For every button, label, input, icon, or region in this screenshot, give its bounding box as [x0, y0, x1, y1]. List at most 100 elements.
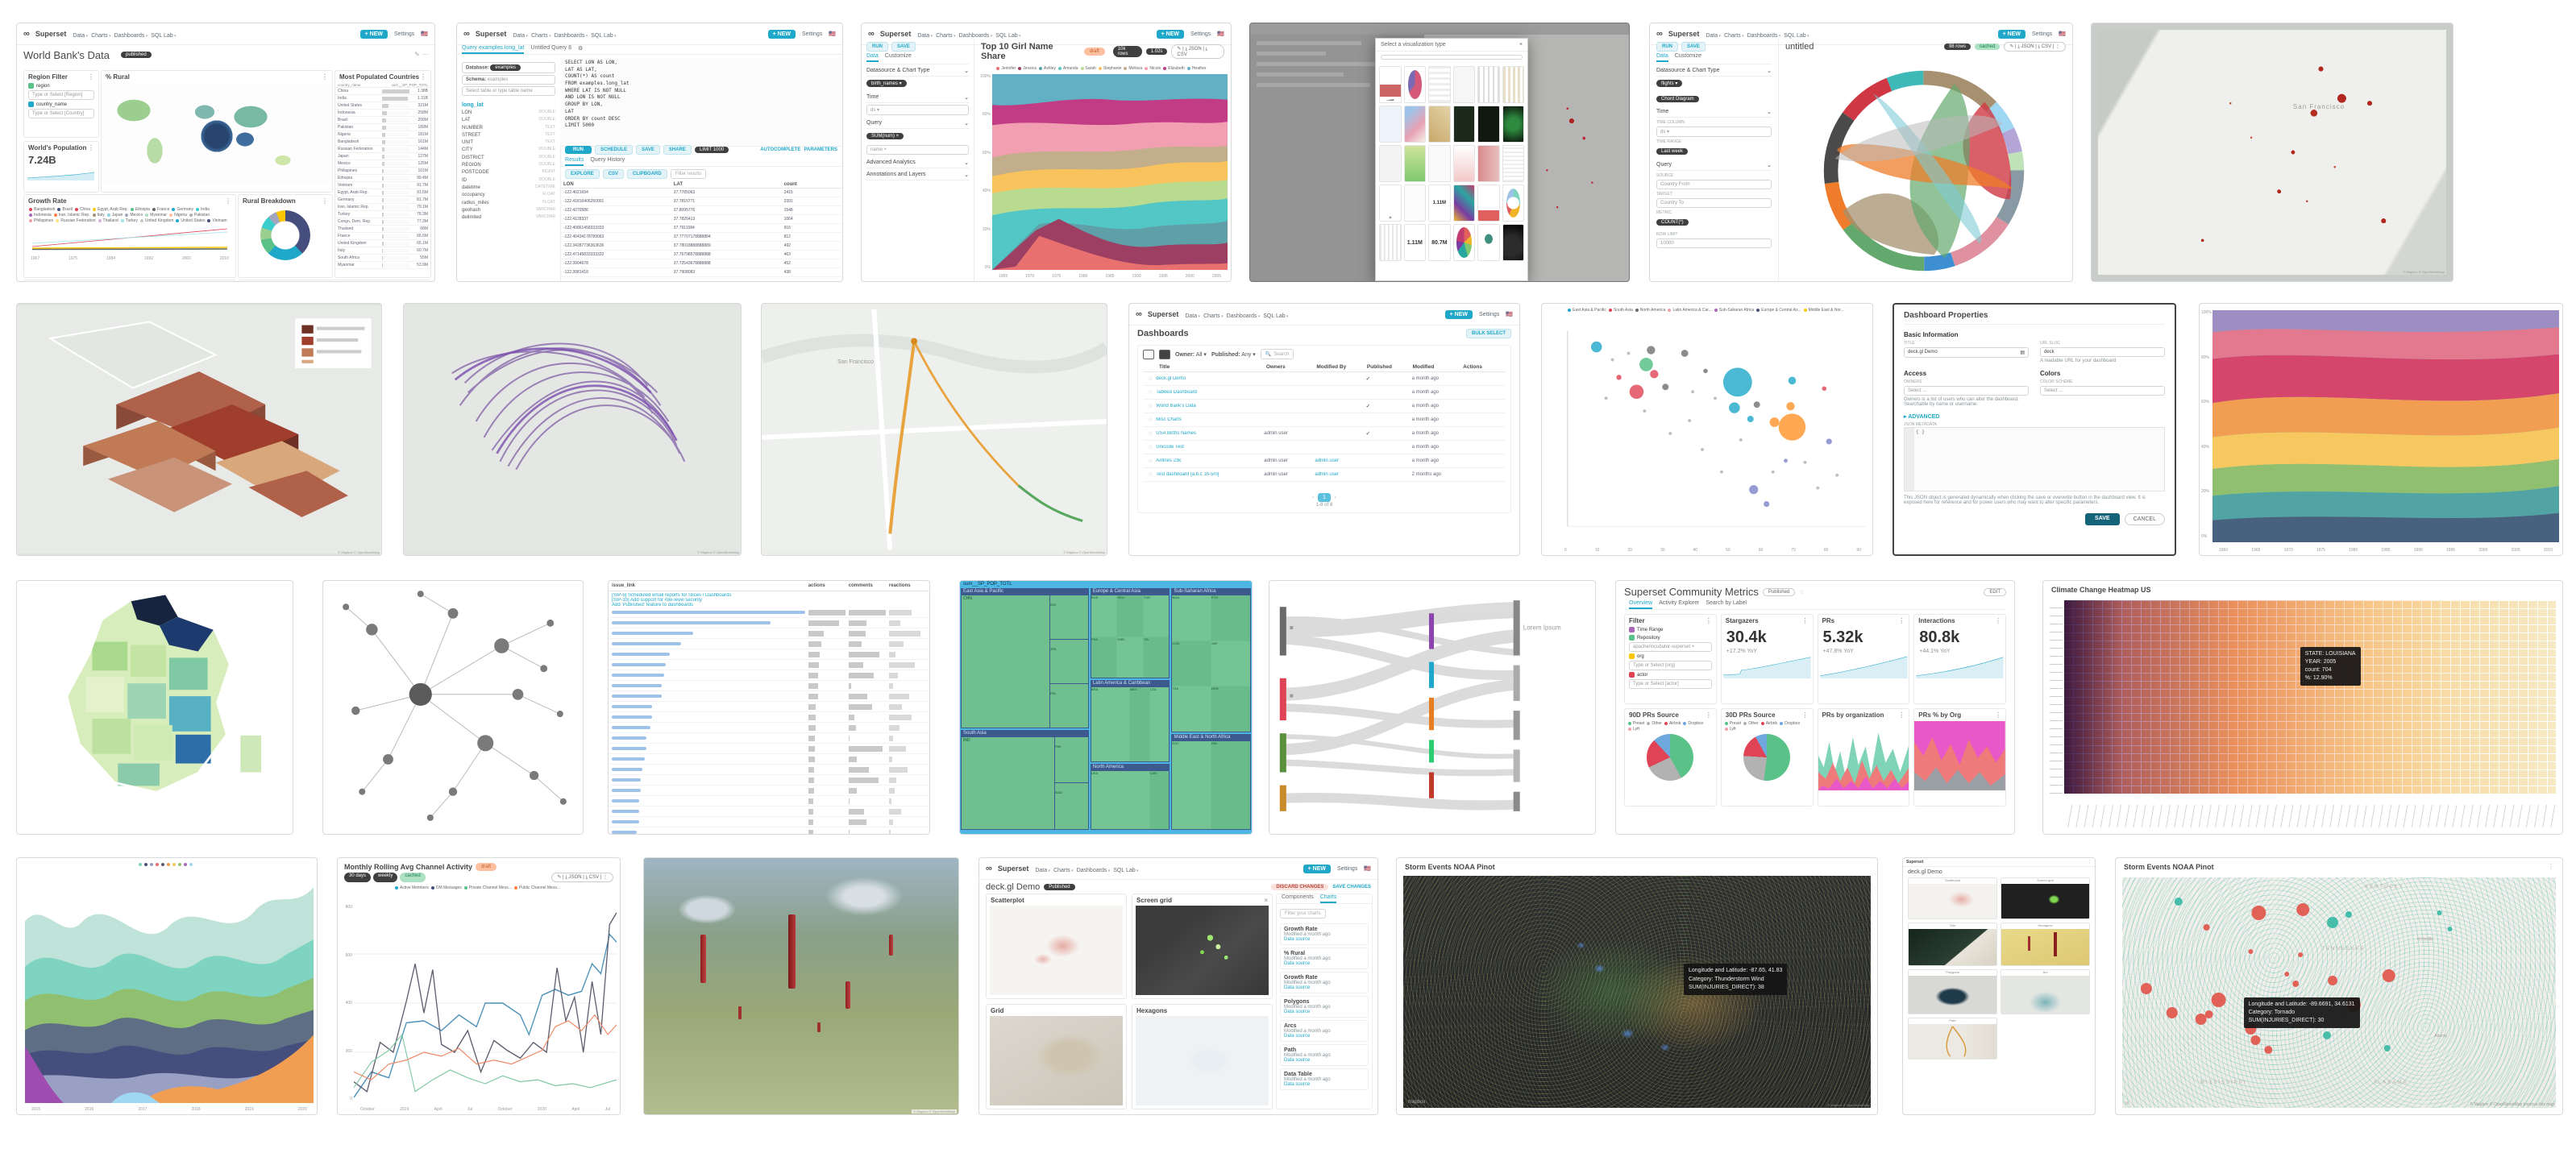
- metric-pill[interactable]: COUNT(*): [1656, 219, 1689, 226]
- target-select[interactable]: Country To: [1656, 198, 1772, 208]
- org-select[interactable]: Type or Select [org]: [1629, 661, 1712, 670]
- favorite-star-icon[interactable]: ☆: [1148, 403, 1153, 409]
- nav-item[interactable]: SQL Lab: [151, 33, 176, 39]
- dashboard-row[interactable]: ☆ Tabbed Dashboard a month ago: [1143, 386, 1506, 400]
- treemap-cell[interactable]: CHN IDN JPN PHL: [962, 595, 1088, 728]
- run-button[interactable]: RUN: [565, 146, 592, 154]
- sql-editor[interactable]: SELECT LON AS LON, LAT AS LAT, COUNT(*) …: [560, 57, 842, 147]
- nav-item[interactable]: Dashboards: [555, 33, 588, 39]
- thumb-deckgl-legacy[interactable]: Superset ⋮ deck.gl Demo Scatterplot Scre…: [1902, 857, 2096, 1115]
- datasource-pill[interactable]: birth_names ▾: [866, 80, 907, 87]
- deckgl-arc-chart[interactable]: [404, 304, 741, 555]
- chart-legend[interactable]: Active MembersDM MessagesPrivate Channel…: [338, 884, 620, 893]
- thumb-sf-scatter-map[interactable]: San Francisco © Mapbox © OpenStreetMap: [2091, 23, 2453, 282]
- thumb-viz-picker[interactable]: Select a visualization type× ▁▂▃: [1249, 23, 1630, 282]
- new-button[interactable]: + NEW: [360, 30, 388, 39]
- line-chart[interactable]: [354, 905, 617, 1101]
- thumb-girl-name-share[interactable]: ∞ Superset DataChartsDashboardsSQL Lab +…: [861, 23, 1232, 282]
- favorite-star-icon[interactable]: ☆: [1148, 417, 1153, 423]
- dashboard-row[interactable]: ☆ deck.gl Demo ✓ a month ago: [1143, 372, 1506, 386]
- filter-results-input[interactable]: Filter results: [671, 169, 707, 179]
- thumb-chord-explore[interactable]: ∞ Superset DataChartsDashboardsSQL Lab +…: [1649, 23, 2073, 282]
- tab-query-2[interactable]: Untitled Query 8: [530, 45, 571, 54]
- language-flag-icon[interactable]: 🇺🇸: [1364, 865, 1371, 872]
- autocomplete-toggle[interactable]: AUTOCOMPLETE: [760, 147, 800, 152]
- tab-overview[interactable]: Overview: [1629, 600, 1652, 609]
- language-flag-icon[interactable]: 🇺🇸: [1506, 311, 1513, 317]
- share-button[interactable]: SHARE: [663, 145, 692, 155]
- thumb-stacked-area-large[interactable]: 100%80%60%40%20%0% 196019651970197519801…: [2199, 303, 2563, 556]
- cached-badge[interactable]: cached: [1975, 44, 2000, 50]
- save-button[interactable]: SAVE: [636, 145, 660, 155]
- thumb-storm-dark[interactable]: Storm Events NOAA Pinot Longitude and La…: [1396, 857, 1878, 1115]
- pie-chart[interactable]: [1647, 734, 1693, 781]
- edit-dashboard-button[interactable]: EDIT: [1984, 588, 2006, 596]
- new-button[interactable]: + NEW: [1998, 30, 2025, 39]
- section-time[interactable]: Time⌄: [866, 91, 969, 103]
- new-button[interactable]: + NEW: [1303, 865, 1331, 873]
- nav-item[interactable]: Dashboards: [1747, 33, 1781, 39]
- tab-results[interactable]: Results: [565, 157, 584, 166]
- page-number[interactable]: 1: [1318, 493, 1331, 502]
- explore-button[interactable]: EXPLORE: [565, 169, 600, 179]
- cancel-button[interactable]: CANCEL: [2125, 513, 2165, 525]
- issue-titles[interactable]: [SIP-5] Scheduled email reports for Slic…: [609, 591, 929, 608]
- row-limit-select[interactable]: 10000: [1656, 238, 1772, 248]
- nav-item[interactable]: Dashboards: [959, 33, 993, 39]
- dashboard-row[interactable]: ☆ Test dashboard [a.b.c 1h-5r0] admin us…: [1143, 468, 1506, 482]
- country-table[interactable]: China 1.38B India 1.31B United States 32…: [335, 88, 430, 269]
- nav-item[interactable]: SQL Lab: [1113, 868, 1138, 873]
- results-grid[interactable]: -122.4021694 37.7785063 2415 -122.418164…: [560, 189, 842, 277]
- new-button[interactable]: + NEW: [1157, 30, 1184, 39]
- json-metadata-textarea[interactable]: { }: [1904, 427, 2165, 491]
- published-filter[interactable]: Any: [1241, 352, 1251, 358]
- nav-item[interactable]: Charts: [1203, 313, 1224, 319]
- thumb-sankey[interactable]: ■■Lorem Ipsum: [1269, 580, 1596, 835]
- favorite-star-icon[interactable]: ☆: [1799, 589, 1804, 595]
- published-badge[interactable]: published: [121, 52, 152, 58]
- settings-menu[interactable]: Settings: [1479, 312, 1499, 317]
- chart-card[interactable]: % Rural Modified a month ago Data source: [1280, 948, 1369, 969]
- run-button[interactable]: RUN: [866, 42, 888, 52]
- sankey-diagram[interactable]: ■■Lorem Ipsum: [1269, 581, 1595, 834]
- thumb-dashboard-properties[interactable]: Dashboard Properties Basic Information T…: [1893, 303, 2176, 556]
- stacked-area-chart[interactable]: [2212, 310, 2559, 542]
- clipboard-button[interactable]: CLIPBOARD: [627, 169, 667, 179]
- tab-query-history[interactable]: Query History: [590, 157, 625, 166]
- thumb-3d-polygon-map[interactable]: © Mapbox © OpenStreetMap: [16, 303, 382, 556]
- parameters-toggle[interactable]: PARAMETERS: [804, 147, 837, 152]
- list-view-toggle-icon[interactable]: [1159, 350, 1170, 359]
- heatmap-chart[interactable]: STATE: LOUISIANAYEAR: 2005count: 704%: 1…: [2064, 600, 2556, 794]
- thumb-storm-light[interactable]: Storm Events NOAA Pinot ⋮ KENTUCKYTENNES…: [2115, 857, 2563, 1115]
- limit-dropdown[interactable]: LIMIT 1000: [695, 147, 729, 153]
- thumb-treemap[interactable]: sum__SP_POP_TOTL East Asia & Pacific CHN…: [959, 580, 1253, 835]
- language-flag-icon[interactable]: 🇺🇸: [421, 31, 428, 37]
- treemap-region[interactable]: RUSDEUTUR FRAGBRITA: [1091, 595, 1170, 678]
- slug-input[interactable]: deck: [2040, 347, 2165, 357]
- tab-activity[interactable]: Activity Explorer: [1659, 600, 1699, 609]
- search-input[interactable]: 🔍 Search: [1261, 349, 1294, 359]
- add-tab-icon[interactable]: ⚙: [578, 45, 583, 54]
- dashboards-table[interactable]: ☆ deck.gl Demo ✓ a month ago ☆ Tabbed Da…: [1143, 372, 1506, 482]
- bulk-select-button[interactable]: BULK SELECT: [1466, 329, 1511, 338]
- settings-menu[interactable]: Settings: [1190, 31, 1211, 37]
- thumb-issues-table[interactable]: issue_link actions comments reactions [S…: [608, 580, 930, 835]
- storm-dark-map[interactable]: Longitude and Latitude: -87.65, 41.83Cat…: [1403, 876, 1871, 1108]
- tab-customize[interactable]: Customize: [885, 53, 912, 62]
- thumb-force-graph[interactable]: [322, 580, 584, 835]
- tab-components[interactable]: Components: [1282, 894, 1314, 903]
- chart-card[interactable]: Growth Rate Modified a month ago Data so…: [1280, 972, 1369, 993]
- viz-search-input[interactable]: [1381, 55, 1523, 60]
- thumb-climate-heatmap[interactable]: Climate Change Heatmap US STATE: LOUISIA…: [2042, 580, 2563, 835]
- stream-chart[interactable]: [25, 876, 314, 1103]
- section-advanced[interactable]: Advanced Analytics⌄: [866, 156, 969, 168]
- groupby-select[interactable]: name ×: [866, 145, 969, 155]
- tab-data[interactable]: Data: [866, 53, 879, 62]
- language-flag-icon[interactable]: 🇺🇸: [2059, 31, 2066, 37]
- region-select[interactable]: Type or Select [Region]: [28, 90, 94, 100]
- prev-page-icon[interactable]: ‹: [1312, 495, 1314, 500]
- nav-item[interactable]: Data: [73, 33, 88, 39]
- chart-card[interactable]: Data Table Modified a month ago Data sou…: [1280, 1068, 1369, 1090]
- discard-changes-button[interactable]: DISCARD CHANGES: [1271, 884, 1328, 890]
- favorite-star-icon[interactable]: ☆: [1148, 471, 1153, 478]
